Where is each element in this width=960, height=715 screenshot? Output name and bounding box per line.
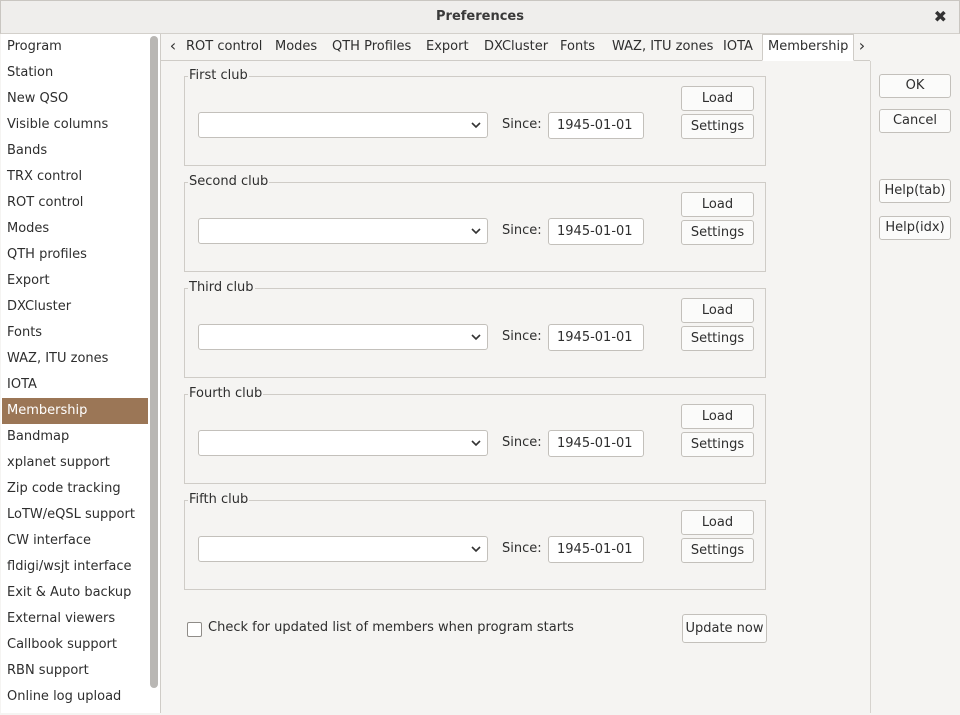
tab-export[interactable]: Export xyxy=(426,34,469,60)
sidebar-item-dxcluster[interactable]: DXCluster xyxy=(2,294,148,320)
sidebar-item-lotw-eqsl-support[interactable]: LoTW/eQSL support xyxy=(2,502,148,528)
sidebar-item-callbook-support[interactable]: Callbook support xyxy=(2,632,148,658)
club-group-5: Fifth club Since: 1945-01-01 Load Settings xyxy=(184,492,766,590)
tab-waz-itu-zones[interactable]: WAZ, ITU zones xyxy=(612,34,713,60)
club-title: Third club xyxy=(188,280,255,296)
check-updates-checkbox[interactable] xyxy=(187,622,202,637)
sidebar-item-bands[interactable]: Bands xyxy=(2,138,148,164)
sidebar-item-external-viewers[interactable]: External viewers xyxy=(2,606,148,632)
sidebar-item-export[interactable]: Export xyxy=(2,268,148,294)
settings-button[interactable]: Settings xyxy=(681,220,754,245)
settings-button[interactable]: Settings xyxy=(681,114,754,139)
sidebar-item-xplanet-support[interactable]: xplanet support xyxy=(2,450,148,476)
since-label: Since: xyxy=(502,541,542,556)
chevron-down-icon xyxy=(471,228,481,235)
sidebar-item-visible-columns[interactable]: Visible columns xyxy=(2,112,148,138)
update-now-button[interactable]: Update now xyxy=(682,614,767,643)
window-title: Preferences xyxy=(436,9,524,24)
since-label: Since: xyxy=(502,117,542,132)
sidebar-item-membership[interactable]: Membership xyxy=(2,398,148,424)
membership-panel: First club Since: 1945-01-01 Load Settings Se… xyxy=(161,61,871,713)
tab-bar: ‹ ROT control Modes QTH Profiles Export DXCl… xyxy=(161,34,870,61)
tab-qth-profiles[interactable]: QTH Profiles xyxy=(332,34,411,60)
load-button[interactable]: Load xyxy=(681,404,754,429)
since-date-field[interactable]: 1945-01-01 xyxy=(548,324,644,351)
since-date-field[interactable]: 1945-01-01 xyxy=(548,536,644,563)
sidebar-item-iota[interactable]: IOTA xyxy=(2,372,148,398)
tab-modes[interactable]: Modes xyxy=(275,34,317,60)
tab-scroll-right-icon[interactable]: › xyxy=(853,34,871,60)
club-select[interactable] xyxy=(198,324,488,350)
sidebar-item-rot-control[interactable]: ROT control xyxy=(2,190,148,216)
club-title: First club xyxy=(188,68,249,84)
club-select[interactable] xyxy=(198,430,488,456)
tab-dxcluster[interactable]: DXCluster xyxy=(484,34,548,60)
sidebar-item-fonts[interactable]: Fonts xyxy=(2,320,148,346)
tab-scroll-left-icon[interactable]: ‹ xyxy=(164,34,182,60)
settings-button[interactable]: Settings xyxy=(681,326,754,351)
sidebar-item-online-log-upload[interactable]: Online log upload xyxy=(2,684,148,710)
tab-iota[interactable]: IOTA xyxy=(723,34,753,60)
load-button[interactable]: Load xyxy=(681,510,754,535)
club-group-2: Second club Since: 1945-01-01 Load Settings xyxy=(184,174,766,272)
help-idx-button[interactable]: Help(idx) xyxy=(879,216,951,240)
sidebar-scrollbar[interactable] xyxy=(150,36,158,688)
since-label: Since: xyxy=(502,435,542,450)
since-label: Since: xyxy=(502,223,542,238)
sidebar-item-station[interactable]: Station xyxy=(2,60,148,86)
sidebar-item-rbn-support[interactable]: RBN support xyxy=(2,658,148,684)
close-icon[interactable]: ✖ xyxy=(934,7,947,26)
club-select[interactable] xyxy=(198,112,488,138)
club-title: Fourth club xyxy=(188,386,264,402)
load-button[interactable]: Load xyxy=(681,192,754,217)
cancel-button[interactable]: Cancel xyxy=(879,109,951,133)
chevron-down-icon xyxy=(471,440,481,447)
since-date-field[interactable]: 1945-01-01 xyxy=(548,430,644,457)
settings-button[interactable]: Settings xyxy=(681,432,754,457)
club-title: Second club xyxy=(188,174,270,190)
sidebar-item-modes[interactable]: Modes xyxy=(2,216,148,242)
load-button[interactable]: Load xyxy=(681,298,754,323)
sidebar-item-trx-control[interactable]: TRX control xyxy=(2,164,148,190)
chevron-down-icon xyxy=(471,122,481,129)
sidebar-item-bandmap[interactable]: Bandmap xyxy=(2,424,148,450)
check-updates-label: Check for updated list of members when p… xyxy=(208,620,574,635)
club-select[interactable] xyxy=(198,536,488,562)
club-group-4: Fourth club Since: 1945-01-01 Load Settings xyxy=(184,386,766,484)
preferences-sidebar: Program Station New QSO Visible columns Band… xyxy=(1,34,161,713)
load-button[interactable]: Load xyxy=(681,86,754,111)
settings-button[interactable]: Settings xyxy=(681,538,754,563)
club-group-3: Third club Since: 1945-01-01 Load Settings xyxy=(184,280,766,378)
chevron-down-icon xyxy=(471,334,481,341)
ok-button[interactable]: OK xyxy=(879,74,951,98)
tab-fonts[interactable]: Fonts xyxy=(560,34,595,60)
chevron-down-icon xyxy=(471,546,481,553)
since-date-field[interactable]: 1945-01-01 xyxy=(548,112,644,139)
dialog-button-panel: OK Cancel Help(tab) Help(idx) xyxy=(871,34,960,713)
club-title: Fifth club xyxy=(188,492,250,508)
tab-membership[interactable]: Membership xyxy=(762,34,855,61)
help-tab-button[interactable]: Help(tab) xyxy=(879,179,951,203)
sidebar-item-waz-itu-zones[interactable]: WAZ, ITU zones xyxy=(2,346,148,372)
club-select[interactable] xyxy=(198,218,488,244)
sidebar-item-exit-auto-backup[interactable]: Exit & Auto backup xyxy=(2,580,148,606)
sidebar-item-zip-code-tracking[interactable]: Zip code tracking xyxy=(2,476,148,502)
sidebar-item-fldigi-wsjt-interface[interactable]: fldigi/wsjt interface xyxy=(2,554,148,580)
title-bar: Preferences ✖ xyxy=(0,0,960,34)
sidebar-item-program[interactable]: Program xyxy=(2,34,148,60)
sidebar-item-cw-interface[interactable]: CW interface xyxy=(2,528,148,554)
tab-rot-control[interactable]: ROT control xyxy=(186,34,262,60)
since-label: Since: xyxy=(502,329,542,344)
club-group-1: First club Since: 1945-01-01 Load Settings xyxy=(184,68,766,166)
sidebar-item-new-qso[interactable]: New QSO xyxy=(2,86,148,112)
since-date-field[interactable]: 1945-01-01 xyxy=(548,218,644,245)
sidebar-item-qth-profiles[interactable]: QTH profiles xyxy=(2,242,148,268)
